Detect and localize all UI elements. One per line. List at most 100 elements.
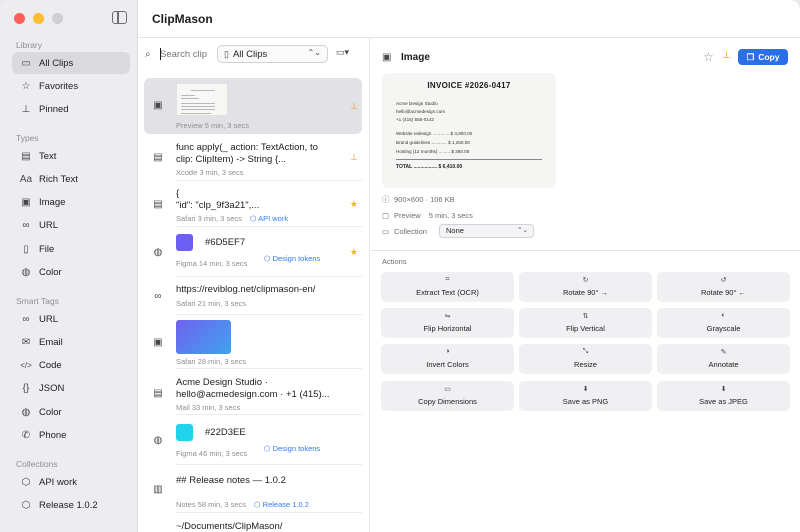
sidebar: Library ▭ All Clips ☆ Favorites ⊥ Pinned Ty…	[0, 0, 138, 532]
invoice-item-line: Website redesign ............. $ 4,800.0…	[396, 131, 473, 136]
clip-row-invoice-image[interactable]: ▣ Preview 5 min, 3 secs ⊥	[144, 78, 362, 134]
row-divider	[176, 414, 362, 415]
pin-icon[interactable]: ⊥	[350, 101, 358, 112]
palette-icon: ◍	[21, 266, 31, 278]
folder-icon: ▭	[382, 227, 390, 236]
invoice-from-line: hello@acmedesign.com	[396, 109, 446, 114]
sidebar-item-tag-code[interactable]: </> Code	[12, 354, 130, 376]
search-input[interactable]	[160, 47, 210, 61]
copy-button[interactable]: ❐ Copy	[738, 49, 788, 65]
palette-icon: ◍	[153, 435, 163, 446]
clip-text-line-2: clip: ClipItem) -> String {...	[176, 154, 287, 165]
sidebar-item-text[interactable]: ▤ Text	[12, 145, 130, 167]
clip-filter-select[interactable]: ▯ All Clips ⌃⌄	[217, 45, 328, 63]
sidebar-item-image[interactable]: ▣ Image	[12, 191, 130, 213]
clip-row-release-notes[interactable]: ▥ ## Release notes — 1.0.2 Notes 58 min,…	[144, 468, 362, 513]
clip-row-file[interactable]: ~/Documents/ClipMason/	[144, 516, 362, 532]
link-icon: ∞	[22, 219, 30, 231]
pin-icon[interactable]: ⊥	[350, 152, 358, 163]
clip-row-gradient-image[interactable]: ▣ Safari 28 min, 3 secs	[144, 318, 362, 369]
clip-type-title: Image	[401, 52, 430, 63]
star-filled-icon[interactable]: ★	[350, 247, 358, 258]
sidebar-item-tag-url[interactable]: ∞ URL	[12, 308, 130, 330]
ocr-icon: ⌗	[445, 276, 450, 283]
star-filled-icon[interactable]: ★	[350, 199, 358, 210]
zoom-window-button[interactable]	[52, 13, 63, 24]
clip-row-color-6d5ef7[interactable]: ◍ #6D5EF7 Figma 14 min, 3 secs ⬡ Design …	[144, 230, 362, 277]
resize-button[interactable]: ⤡ Resize	[519, 344, 652, 374]
copy-dimensions-button[interactable]: ▭ Copy Dimensions	[381, 381, 514, 411]
close-window-button[interactable]	[14, 13, 25, 24]
minimize-window-button[interactable]	[33, 13, 44, 24]
save-as-png-button[interactable]: ⬇ Save as PNG	[519, 381, 652, 411]
text-doc-icon: ▤	[153, 388, 163, 399]
image-icon: ▣	[21, 196, 31, 208]
collection-tag[interactable]: ⬡ Design tokens	[264, 444, 320, 453]
invoice-rule	[396, 159, 542, 160]
collection-tag[interactable]: ⬡ API work	[250, 214, 288, 223]
sidebar-item-tag-phone[interactable]: ✆ Phone	[12, 424, 130, 446]
collection-tag[interactable]: ⬡ Design tokens	[264, 254, 320, 263]
collection-select[interactable]: None ⌃⌄	[439, 224, 534, 238]
clip-meta: Safari 21 min, 3 secs	[176, 299, 247, 308]
clip-text-line-1: #6D5EF7	[205, 237, 246, 248]
sidebar-section-collections: Collections	[16, 459, 58, 469]
sidebar-item-color[interactable]: ◍ Color	[12, 261, 130, 283]
rich-text-icon: Aa	[19, 173, 33, 185]
clip-meta: Figma 46 min, 3 secs	[176, 449, 248, 458]
sidebar-item-api-work[interactable]: ⬡ API work	[12, 471, 130, 493]
cube-icon: ⬡	[21, 499, 31, 511]
clip-row-code[interactable]: ▤ func apply(_ action: TextAction, to cl…	[144, 138, 362, 181]
sidebar-item-tag-email[interactable]: ✉ Email	[12, 331, 130, 353]
save-png-icon: ⬇	[582, 386, 589, 393]
clip-row-contact[interactable]: ▤ Acme Design Studio · hello@acmedesign.…	[144, 372, 362, 415]
palette-icon: ◍	[153, 247, 163, 258]
clip-row-json[interactable]: ▤ { "id": "clp_9f3a21",... Safari 3 min,…	[144, 184, 362, 227]
pin-icon[interactable]: ⊥	[722, 50, 731, 61]
save-jpeg-icon: ⬇	[720, 386, 727, 393]
chevron-updown-icon: ⌃⌄	[517, 227, 528, 234]
sidebar-item-file[interactable]: ▯ File	[12, 238, 130, 260]
file-icon: ▯	[23, 243, 29, 255]
flip-horizontal-button[interactable]: ⇋ Flip Horizontal	[381, 308, 514, 338]
clip-meta: Safari 28 min, 3 secs	[176, 357, 247, 366]
clip-text-line-1: {	[176, 188, 180, 199]
rotate-left-button[interactable]: ↺ Rotate 90° ←	[657, 272, 790, 302]
clip-list-panel: ⌕ ▯ All Clips ⌃⌄ ▭▾ ▣ Preview 5 min, 3 s…	[138, 38, 370, 532]
sidebar-item-tag-color[interactable]: ◍ Color	[12, 401, 130, 423]
save-as-jpeg-button[interactable]: ⬇ Save as JPEG	[657, 381, 790, 411]
collection-tag[interactable]: ⬡ Release 1.0.2	[254, 500, 309, 509]
text-doc-icon: ▤	[153, 199, 163, 210]
annotate-button[interactable]: ✎ Annotate	[657, 344, 790, 374]
sidebar-item-url[interactable]: ∞ URL	[12, 214, 130, 236]
folder-menu-icon[interactable]: ▭▾	[336, 47, 349, 58]
sidebar-section-library: Library	[16, 40, 42, 50]
row-divider	[176, 368, 362, 369]
row-divider	[176, 276, 362, 277]
sidebar-item-pinned[interactable]: ⊥ Pinned	[12, 98, 130, 120]
traffic-lights	[14, 13, 63, 24]
rotate-right-button[interactable]: ↻ Rotate 90° →	[519, 272, 652, 302]
clip-row-url[interactable]: ∞ https://reviblog.net/clipmason-en/ Saf…	[144, 280, 362, 315]
sidebar-item-release-1-0-2[interactable]: ⬡ Release 1.0.2	[12, 494, 130, 516]
invert-colors-button[interactable]: ◑ Invert Colors	[381, 344, 514, 374]
color-swatch	[176, 234, 193, 251]
row-divider	[176, 512, 362, 513]
tray-icon: ▭	[21, 57, 31, 69]
clip-row-color-22d3ee[interactable]: ◍ #22D3EE Figma 46 min, 3 secs ⬡ Design …	[144, 418, 362, 465]
sidebar-item-all-clips[interactable]: ▭ All Clips	[12, 52, 130, 74]
app-window: Library ▭ All Clips ☆ Favorites ⊥ Pinned Ty…	[0, 0, 800, 532]
sidebar-item-rich-text[interactable]: Aa Rich Text	[12, 168, 130, 190]
sidebar-item-favorites[interactable]: ☆ Favorites	[12, 75, 130, 97]
favorite-star-icon[interactable]: ☆	[703, 50, 714, 64]
flip-vertical-icon: ⇅	[582, 313, 589, 320]
sidebar-toggle-icon[interactable]	[112, 11, 127, 24]
grayscale-button[interactable]: ◐ Grayscale	[657, 308, 790, 338]
sidebar-item-tag-json[interactable]: {} JSON	[12, 377, 130, 399]
flip-vertical-button[interactable]: ⇅ Flip Vertical	[519, 308, 652, 338]
collection-label: ▭ Collection	[382, 227, 427, 236]
invoice-total: TOTAL ................. $ 6,410.00	[396, 164, 463, 170]
extract-text-ocr-button[interactable]: ⌗ Extract Text (OCR)	[381, 272, 514, 302]
code-icon: </>	[20, 360, 32, 370]
pin-icon: ⊥	[21, 103, 31, 115]
